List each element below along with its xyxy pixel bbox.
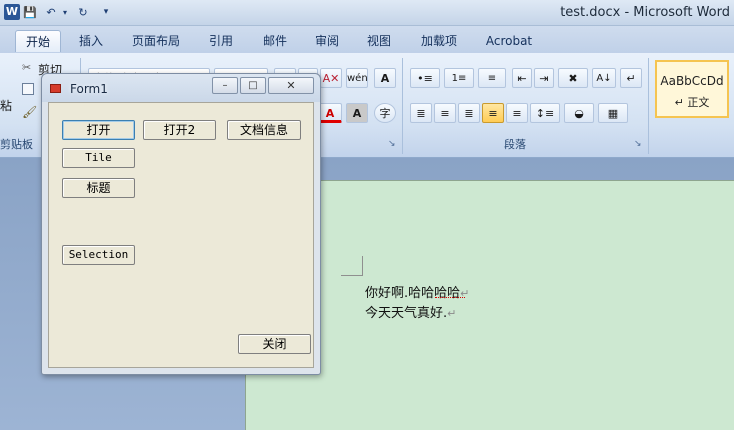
clear-formatting-icon[interactable]: A✕ [320,68,342,88]
maximize-button[interactable]: □ [240,77,266,94]
document-info-button[interactable]: 文档信息 [227,120,301,140]
undo-dropdown-icon[interactable]: ▾ [60,4,70,21]
line-spacing-icon[interactable]: ↕≡ [530,103,560,123]
paragraph-group-label: 段落 [504,138,526,151]
open-button[interactable]: 打开 [62,120,135,140]
clipboard-group-label: 剪贴板 [0,138,33,151]
style-normal-tile[interactable]: AaBbCcDd ↵ 正文 [655,60,729,118]
bullets-icon[interactable]: •≡ [410,68,440,88]
selection-button[interactable]: Selection [62,245,135,265]
minimize-button[interactable]: – [212,77,238,94]
tab-references[interactable]: 引用 [200,30,242,52]
justify-icon[interactable]: ≡ [482,103,504,123]
form1-client-area: 打开 打开2 文档信息 Tile 标题 Selection 关闭 [48,102,314,368]
customize-quick-access-icon[interactable]: ▾ [100,4,112,21]
tab-acrobat[interactable]: Acrobat [478,30,540,52]
form1-window: Form1 – □ ✕ 打开 打开2 文档信息 Tile 标题 Selectio… [41,73,321,375]
tab-insert[interactable]: 插入 [70,30,112,52]
tab-mailings[interactable]: 邮件 [254,30,296,52]
tab-addins[interactable]: 加载项 [412,30,466,52]
document-line-2-text: 今天天气真好. [365,306,448,321]
sort-icon[interactable]: A↓ [592,68,616,88]
document-line-1-text: 你好啊.哈哈哈哈 [365,286,461,301]
style-normal-label: ↵ 正文 [674,96,710,109]
window-title: test.docx - Microsoft Word [560,5,730,20]
align-right-icon[interactable]: ≣ [458,103,480,123]
open2-button[interactable]: 打开2 [143,120,216,140]
font-dialog-launcher-icon[interactable]: ↘ [388,139,396,149]
tab-review[interactable]: 审阅 [306,30,348,52]
group-separator [648,58,649,154]
heading-button[interactable]: 标题 [62,178,135,198]
tile-button[interactable]: Tile [62,148,135,168]
spelling-squiggle [435,297,465,298]
document-line-2[interactable]: 今天天气真好.↵ [365,302,456,321]
tab-home[interactable]: 开始 [15,30,61,52]
paragraph-mark-icon: ↵ [460,287,470,300]
shading-icon[interactable]: ◒ [564,103,594,123]
cut-icon[interactable]: ✂ [22,61,31,74]
tab-page-layout[interactable]: 页面布局 [124,30,188,52]
style-preview-text: AaBbCcDd [660,74,724,88]
save-icon[interactable]: 💾 [22,4,38,21]
tab-view[interactable]: 视图 [358,30,400,52]
form1-title: Form1 [70,82,108,96]
multilevel-list-icon[interactable]: ≡ [478,68,506,88]
phonetic-guide-icon[interactable]: wén [346,68,368,88]
copy-icon[interactable] [22,83,34,95]
format-painter-icon[interactable]: 🖌 [22,105,37,119]
close-window-button[interactable]: ✕ [268,77,314,94]
document-line-1[interactable]: 你好啊.哈哈哈哈↵ [365,282,469,301]
chinese-layout-icon[interactable]: ✖ [558,68,588,88]
distributed-icon[interactable]: ≡ [506,103,528,123]
word-app-icon[interactable]: W [4,4,20,20]
form1-icon [50,84,61,93]
margin-corner-mark [341,256,363,276]
paragraph-mark-icon: ↵ [447,307,457,320]
align-left-icon[interactable]: ≣ [410,103,432,123]
increase-indent-icon[interactable]: ⇥ [534,68,554,88]
decrease-indent-icon[interactable]: ⇤ [512,68,532,88]
close-button[interactable]: 关闭 [238,334,311,354]
character-border-icon[interactable]: A [374,68,396,88]
show-hide-marks-icon[interactable]: ↵ [620,68,642,88]
enclose-characters-icon[interactable]: 字 [374,103,396,123]
font-color-icon[interactable]: A [318,103,342,123]
paste-button-label[interactable]: 粘 [0,97,12,114]
numbering-icon[interactable]: 1≡ [444,68,474,88]
redo-icon[interactable]: ↻ [74,4,92,21]
align-center-icon[interactable]: ≡ [434,103,456,123]
group-separator [402,58,403,154]
paragraph-dialog-launcher-icon[interactable]: ↘ [634,139,642,149]
character-shading-icon[interactable]: A [346,103,368,123]
borders-icon[interactable]: ▦ [598,103,628,123]
undo-icon[interactable]: ↶ [42,4,60,21]
